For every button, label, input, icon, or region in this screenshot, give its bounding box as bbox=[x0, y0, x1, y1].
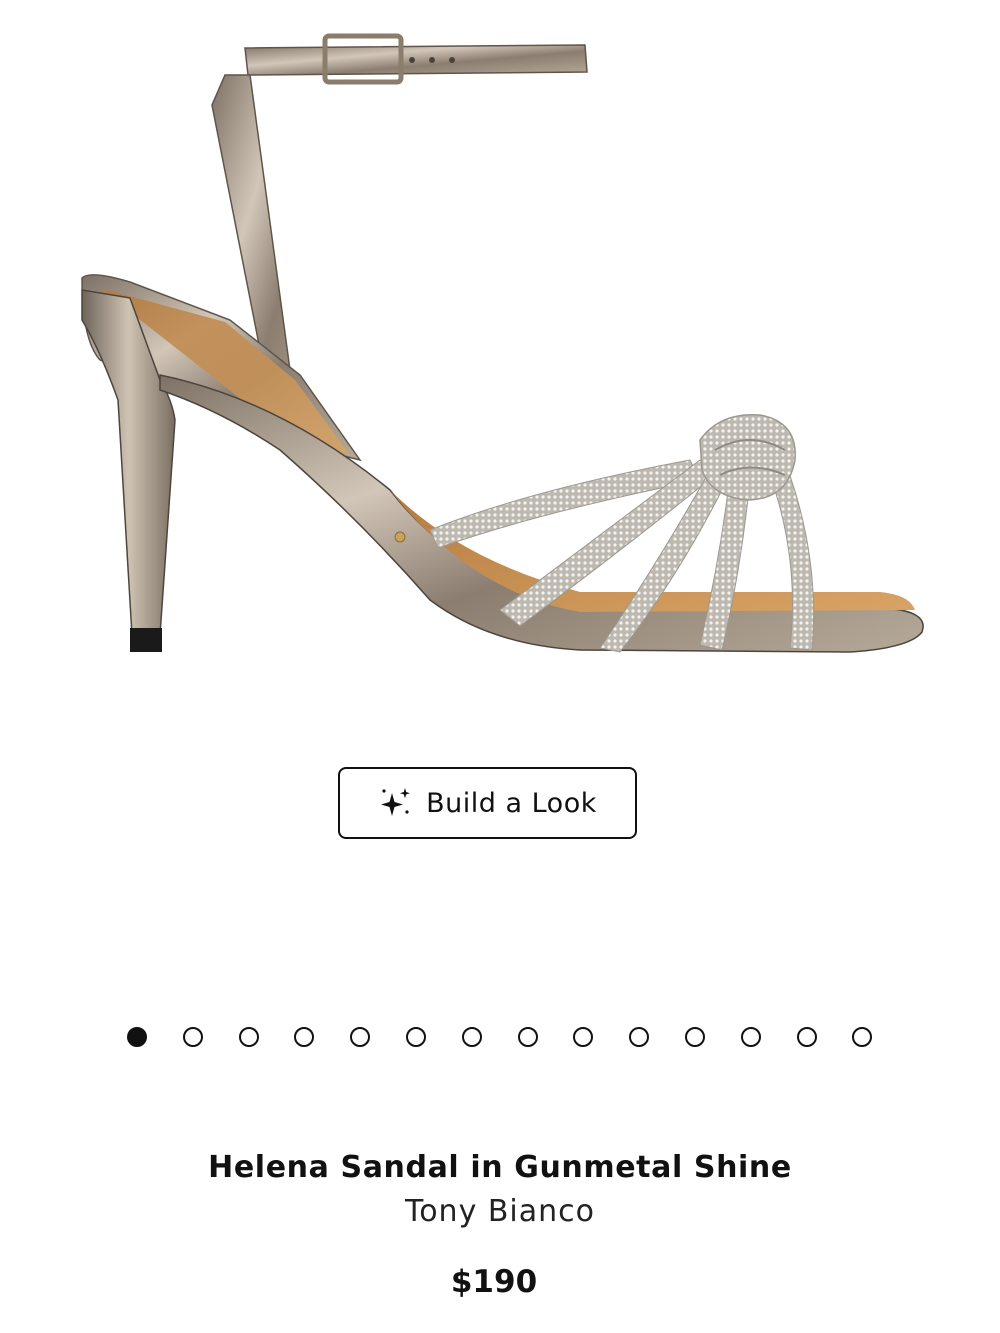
carousel-dot[interactable] bbox=[461, 1027, 482, 1047]
carousel-dot[interactable] bbox=[294, 1027, 315, 1047]
carousel-dot[interactable] bbox=[127, 1027, 147, 1047]
product-page: Build a Look Helena Sandal in Gunmetal S… bbox=[0, 0, 1000, 1333]
carousel-dot[interactable] bbox=[350, 1027, 371, 1047]
image-carousel-dots bbox=[0, 1025, 1000, 1049]
carousel-dot[interactable] bbox=[517, 1027, 538, 1047]
carousel-dot[interactable] bbox=[238, 1027, 259, 1047]
carousel-dot[interactable] bbox=[796, 1027, 817, 1047]
build-a-look-button[interactable]: Build a Look bbox=[338, 767, 637, 839]
product-brand[interactable]: Tony Bianco bbox=[0, 1194, 1000, 1229]
product-image[interactable] bbox=[60, 20, 940, 680]
carousel-dot[interactable] bbox=[573, 1027, 594, 1047]
product-price: $190 bbox=[450, 1264, 538, 1300]
carousel-dot[interactable] bbox=[406, 1027, 426, 1047]
sparkles-icon bbox=[381, 788, 411, 816]
carousel-dot[interactable] bbox=[852, 1027, 873, 1047]
product-title: Helena Sandal in Gunmetal Shine bbox=[208, 1150, 792, 1185]
carousel-dot[interactable] bbox=[629, 1027, 650, 1047]
carousel-dot[interactable] bbox=[740, 1027, 761, 1047]
carousel-dot[interactable] bbox=[182, 1027, 203, 1047]
build-a-look-label: Build a Look bbox=[426, 787, 597, 819]
carousel-dot[interactable] bbox=[685, 1027, 705, 1047]
